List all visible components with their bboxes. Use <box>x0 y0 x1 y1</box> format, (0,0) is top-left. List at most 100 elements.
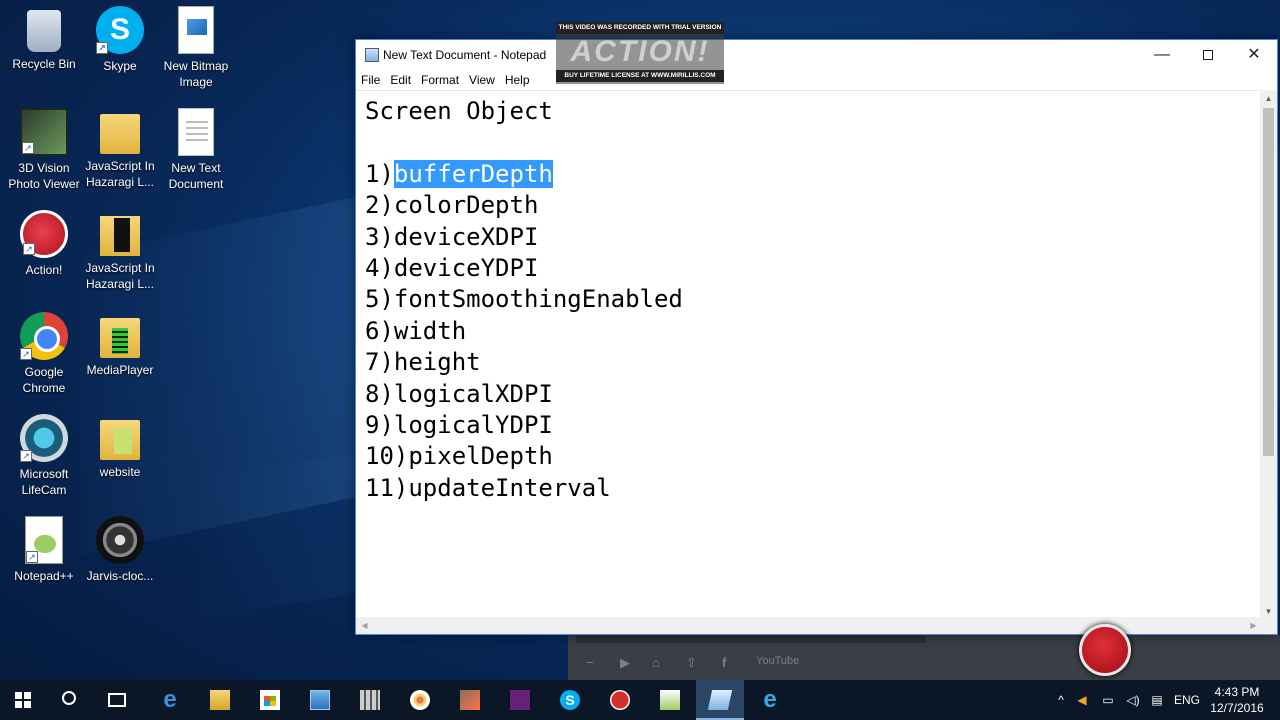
paint-icon <box>410 690 430 710</box>
taskbar-tools[interactable] <box>446 680 494 720</box>
desktop-icon-recycle-bin[interactable]: Recycle Bin <box>2 6 86 72</box>
maximize-button[interactable] <box>1185 40 1231 70</box>
visual-studio-icon <box>510 690 530 710</box>
taskbar-notepad[interactable] <box>696 680 744 720</box>
taskbar-skype[interactable]: S <box>546 680 594 720</box>
clock[interactable]: 4:43 PM 12/7/2016 <box>1205 684 1269 716</box>
text-line: 3)deviceXDPI <box>365 222 1262 253</box>
start-button[interactable] <box>0 680 48 720</box>
watermark-top-text: THIS VIDEO WAS RECORDED WITH TRIAL VERSI… <box>556 22 724 34</box>
show-hidden-icons-button[interactable]: ^ <box>1052 680 1070 720</box>
shortcut-arrow-icon: ↗ <box>96 42 108 54</box>
taskbar-control-panel[interactable] <box>296 680 344 720</box>
desktop-icon-notepad-plus-plus[interactable]: ↗ Notepad++ <box>2 516 86 584</box>
home-icon[interactable]: ⌂ <box>652 655 660 670</box>
taskbar-store[interactable] <box>246 680 294 720</box>
desktop-icon-microsoft-lifecam[interactable]: ↗ Microsoft LifeCam <box>2 414 86 498</box>
facebook-icon[interactable]: f <box>722 655 726 670</box>
desktop-icon-label: Google Chrome <box>22 365 66 395</box>
minimize-button[interactable]: — <box>1139 40 1185 70</box>
line-text: 8)logicalXDPI <box>365 379 553 408</box>
desktop-icon-mediaplayer[interactable]: MediaPlayer <box>78 312 162 378</box>
menu-file[interactable]: File <box>356 70 385 90</box>
line-text: 3)deviceXDPI <box>365 222 539 251</box>
menu-bar: File Edit Format View Help <box>356 70 1277 90</box>
action-center-icon[interactable]: ▤ <box>1146 680 1168 720</box>
language-indicator[interactable]: ENG <box>1170 680 1204 720</box>
desktop-icon-label: 3D Vision Photo Viewer <box>8 161 80 191</box>
text-line: 7)height <box>365 347 1262 378</box>
store-icon <box>260 690 280 710</box>
menu-format[interactable]: Format <box>416 70 464 90</box>
speaker-icon[interactable]: ◁) <box>1122 680 1144 720</box>
desktop-icon-jarvis-clock[interactable]: Jarvis-cloc... <box>78 516 162 584</box>
notepad-plus-plus-icon <box>660 690 680 710</box>
play-icon[interactable]: ▶ <box>620 655 630 671</box>
shortcut-arrow-icon: ↗ <box>20 450 32 462</box>
title-bar[interactable]: New Text Document - Notepad — ✕ <box>356 40 1277 70</box>
clock-date: 12/7/2016 <box>1210 701 1264 715</box>
taskbar-visual-studio[interactable] <box>496 680 544 720</box>
3d-vision-icon: ↗ <box>20 108 68 156</box>
action-recorder-icon: ↗ <box>20 210 68 258</box>
clock-time: 4:43 PM <box>1214 685 1260 699</box>
menu-edit[interactable]: Edit <box>385 70 416 90</box>
line-text: 5)fontSmoothingEnabled <box>365 285 683 314</box>
folder-icon <box>100 114 140 154</box>
text-editor[interactable]: Screen Object 1)bufferDepth 2)colorDepth 3)… <box>356 90 1262 620</box>
desktop-icon-3d-vision[interactable]: ↗ 3D Vision Photo Viewer <box>2 108 86 192</box>
scrollbar-thumb[interactable] <box>1263 108 1274 456</box>
volume-warning-icon[interactable]: ◀ <box>1072 680 1092 720</box>
calculator-icon <box>360 690 380 710</box>
desktop-icon-javascript-hazaragi-1[interactable]: JavaScript In Hazaragi L... <box>78 108 162 190</box>
desktop-icon-action[interactable]: ↗ Action! <box>2 210 86 278</box>
desktop-icon-label: New Bitmap Image <box>163 59 229 89</box>
network-icon[interactable]: ▭ <box>1096 680 1120 720</box>
vertical-scrollbar[interactable]: ▲ ▼ <box>1260 90 1277 620</box>
taskbar-calculator[interactable] <box>346 680 394 720</box>
trial-watermark: THIS VIDEO WAS RECORDED WITH TRIAL VERSI… <box>556 22 724 84</box>
tools-icon <box>460 690 480 710</box>
taskbar-paint[interactable] <box>396 680 444 720</box>
upload-icon[interactable]: ⇧ <box>686 655 697 671</box>
notepad-window: New Text Document - Notepad — ✕ File Edi… <box>355 39 1278 635</box>
folder-icon <box>100 420 140 460</box>
desktop-icon-label: JavaScript In Hazaragi L... <box>85 261 155 291</box>
task-view-button[interactable] <box>94 680 142 720</box>
notepad-app-icon <box>365 48 379 62</box>
horizontal-scrollbar[interactable]: ◀ ▶ <box>356 617 1262 634</box>
line-text: Screen Object <box>365 97 553 125</box>
skype-icon: S ↗ <box>96 6 144 54</box>
desktop-icon-label: Action! <box>25 263 63 277</box>
desktop-icon-label: MediaPlayer <box>86 363 154 377</box>
taskbar-action-recorder[interactable] <box>596 680 644 720</box>
minus-icon[interactable]: − <box>586 655 594 670</box>
text-line: 10)pixelDepth <box>365 441 1262 472</box>
desktop-icon-javascript-hazaragi-2[interactable]: JavaScript In Hazaragi L... <box>78 210 162 292</box>
menu-view[interactable]: View <box>464 70 500 90</box>
text-line: 6)width <box>365 316 1262 347</box>
youtube-button[interactable]: YouTube <box>756 655 799 667</box>
desktop-icon-new-text-document[interactable]: New Text Document <box>154 108 238 192</box>
desktop-icon-google-chrome[interactable]: ↗ Google Chrome <box>2 312 86 396</box>
taskbar-edge[interactable]: e <box>146 680 194 720</box>
taskbar-notepad-plus-plus[interactable] <box>646 680 694 720</box>
record-button[interactable] <box>1079 624 1131 676</box>
line-text: 2)colorDepth <box>365 191 539 220</box>
close-button[interactable]: ✕ <box>1231 40 1277 70</box>
line-text: 6)width <box>365 316 467 345</box>
scroll-left-icon[interactable]: ◀ <box>356 617 373 634</box>
desktop-icon-new-bitmap-image[interactable]: New Bitmap Image <box>154 6 238 90</box>
scroll-up-icon[interactable]: ▲ <box>1260 90 1277 107</box>
menu-help[interactable]: Help <box>500 70 535 90</box>
jarvis-clock-icon <box>96 516 144 564</box>
desktop-icon-website[interactable]: website <box>78 414 162 480</box>
taskbar-file-explorer[interactable] <box>196 680 244 720</box>
line-text: 7)height <box>365 348 481 377</box>
taskbar: e S e ^ ◀ ▭ ◁) ▤ ENG 4:43 PM 12/7/2016 <box>0 680 1280 720</box>
taskbar-internet-explorer[interactable]: e <box>746 680 794 720</box>
desktop-icon-skype[interactable]: S ↗ Skype <box>78 6 162 74</box>
notepad-plus-plus-icon: ↗ <box>25 516 63 564</box>
search-button[interactable] <box>46 680 94 720</box>
desktop-icon-label: website <box>99 465 141 479</box>
